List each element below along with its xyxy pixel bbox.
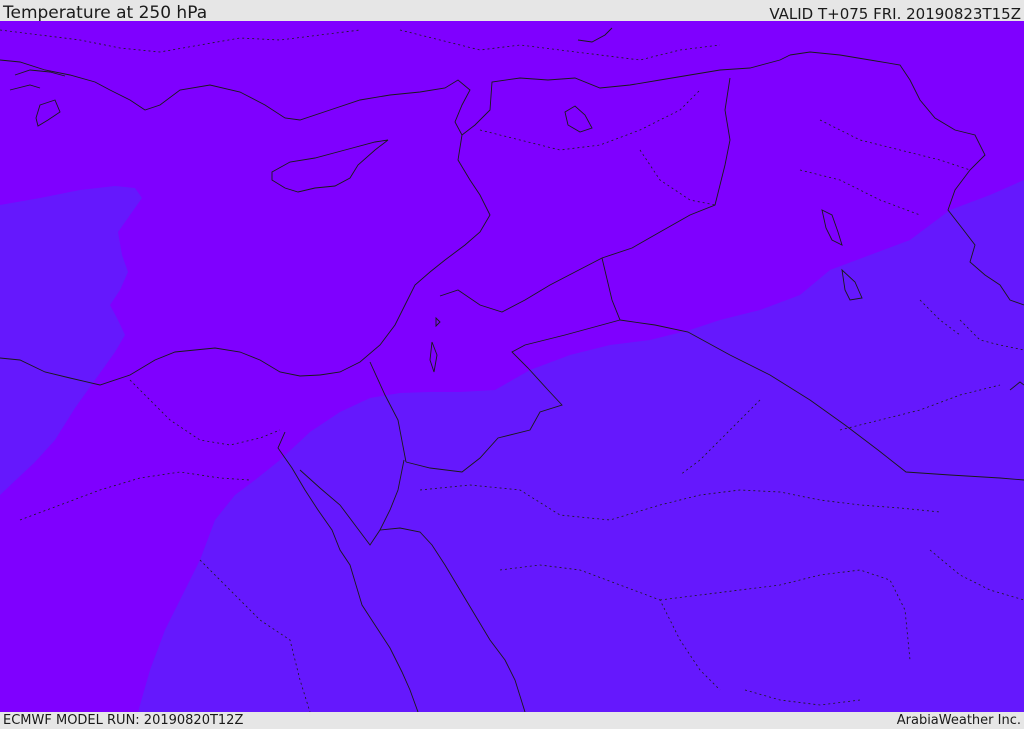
model-run: ECMWF MODEL RUN: 20190820T12Z xyxy=(3,713,244,728)
map-title: Temperature at 250 hPa xyxy=(3,3,208,23)
credit-label: ArabiaWeather Inc. xyxy=(896,713,1021,728)
header-bar: Temperature at 250 hPa VALID T+075 FRI. … xyxy=(0,0,1024,23)
weather-map[interactable] xyxy=(0,21,1024,712)
footer-bar: ECMWF MODEL RUN: 20190820T12Z ArabiaWeat… xyxy=(0,712,1024,729)
